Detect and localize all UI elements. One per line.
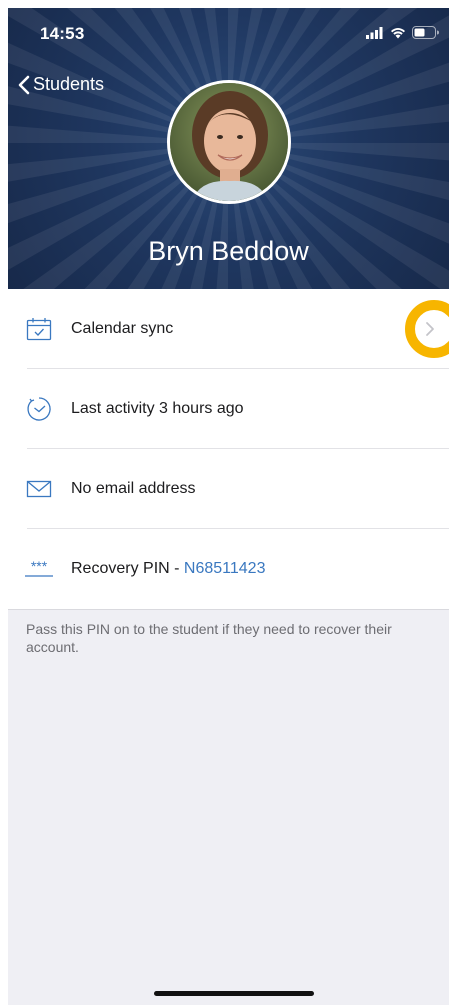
calendar-sync-row[interactable]: Calendar sync [8,289,449,369]
calendar-sync-label: Calendar sync [71,320,174,337]
app-screen: 14:53 Students Bryn Beddow Calendar sync… [8,8,449,1005]
back-button-label: Students [33,74,105,94]
clock-icon [24,397,54,421]
status-icons [366,26,439,39]
recovery-pin-note: Pass this PIN on to the student if they … [26,621,392,655]
recovery-pin-prefix: Recovery PIN - [71,560,184,577]
email-row: No email address [8,449,449,529]
email-label: No email address [71,480,196,497]
status-time: 14:53 [40,24,85,43]
profile-header: 14:53 Students Bryn Beddow [8,8,449,289]
recovery-pin-label: Recovery PIN - N68511423 [71,560,265,578]
password-asterisks-icon: *** [24,557,54,581]
calendar-sync-chevron-button[interactable] [405,300,449,358]
back-button[interactable]: Students [18,74,104,95]
chevron-right-icon [426,322,434,336]
student-avatar [167,80,291,204]
last-activity-label: Last activity 3 hours ago [71,400,244,417]
student-photo [170,83,288,201]
svg-text:***: *** [31,559,48,574]
calendar-icon [24,317,54,341]
chevron-left-icon [18,75,30,94]
last-activity-row: Last activity 3 hours ago [8,369,449,449]
student-details-list: Calendar sync Last activity 3 hours ago [8,289,449,610]
battery-icon [412,26,439,39]
signal-icon [366,26,383,39]
student-name: Bryn Beddow [148,236,309,266]
wifi-icon [391,27,405,38]
home-indicator[interactable] [154,991,314,996]
recovery-pin-value: N68511423 [183,560,266,577]
recovery-pin-row: *** Recovery PIN - N68511423 [8,529,449,609]
envelope-icon [24,477,54,501]
